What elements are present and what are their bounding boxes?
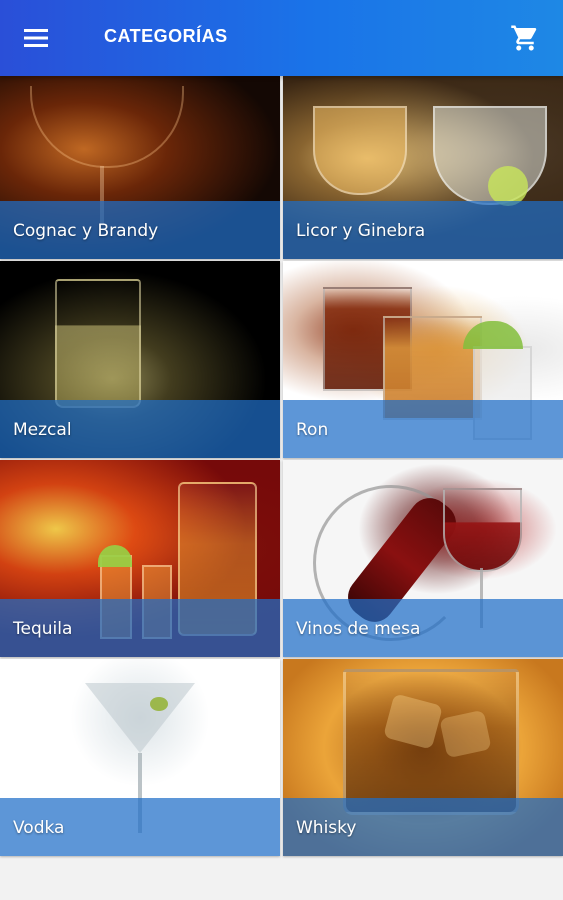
menu-button[interactable] [24,18,68,58]
page-title: CATEGORÍAS [104,26,228,46]
category-tile-whisky[interactable]: Whisky [283,659,563,856]
cart-button[interactable] [505,18,545,58]
category-label: Licor y Ginebra [296,221,426,241]
category-tile-mezcal[interactable]: Mezcal [0,261,280,458]
category-tile-licor-y-ginebra[interactable]: Licor y Ginebra [283,76,563,259]
category-tile-cognac-y-brandy[interactable]: Cognac y Brandy [0,76,280,259]
category-tile-tequila[interactable]: Tequila [0,460,280,657]
category-tile-vinos-de-mesa[interactable]: Vinos de mesa [283,460,563,657]
category-label: Mezcal [13,420,72,440]
category-label: Ron [296,420,329,440]
category-tile-vodka[interactable]: Vodka [0,659,280,856]
category-label: Vinos de mesa [296,619,421,639]
category-label: Tequila [13,619,73,639]
category-tile-ron[interactable]: Ron [283,261,563,458]
category-label: Whisky [296,818,357,838]
category-label: Vodka [13,818,65,838]
shopping-cart-icon [511,25,537,51]
hamburger-menu-icon [24,29,48,47]
app-bar: CATEGORÍAS [0,0,563,76]
category-label: Cognac y Brandy [13,221,159,241]
